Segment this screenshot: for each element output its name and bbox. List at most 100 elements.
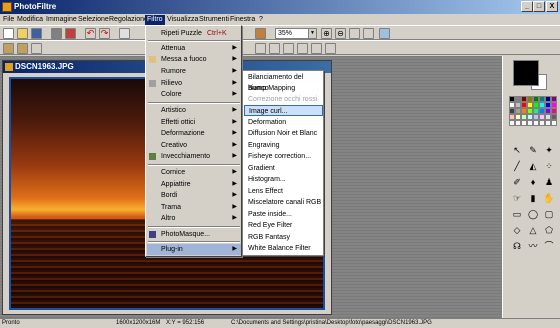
select-arrow-icon[interactable]: ↖ [509,142,525,158]
menu-item-colore[interactable]: Colore ▶ [147,89,241,100]
hand-tool-icon[interactable]: ✋ [541,190,557,206]
new-icon[interactable] [3,28,14,39]
zoom-in-icon[interactable]: ⊕ [321,28,332,39]
actual-size-icon[interactable] [363,28,374,39]
menu-item-artistico[interactable]: Artistico ▶ [147,105,241,116]
menu-file[interactable]: File [1,15,16,25]
menu-item-bordi[interactable]: Bordi ▶ [147,190,241,201]
menu-help[interactable]: ? [257,15,265,25]
polygon-icon[interactable]: ⬠ [541,222,557,238]
magic-wand-icon[interactable]: ✦ [541,142,557,158]
drop-icon[interactable] [255,43,266,54]
brush-icon[interactable]: ✐ [509,174,525,190]
plugin-item-image-curl[interactable]: Image curl... [244,105,323,116]
menu-regolazione[interactable]: Regolazione [107,15,150,25]
auto-level-icon[interactable] [3,43,14,54]
line-icon[interactable]: ╱ [509,158,525,174]
menu-modifica[interactable]: Modifica [15,15,45,25]
menu-item-attenua[interactable]: Attenua ▶ [147,43,241,54]
palette-swatch[interactable] [551,120,557,126]
eraser-icon[interactable]: ▮ [525,190,541,206]
sharpen-icon[interactable] [269,43,280,54]
save-icon[interactable] [31,28,42,39]
plugin-item-red-eye[interactable]: Red Eye Filter [244,220,323,231]
menu-item-trama[interactable]: Trama ▶ [147,202,241,213]
plugin-item-lens-effect[interactable]: Lens Effect [244,186,323,197]
chevron-down-icon[interactable]: ▼ [308,29,316,38]
maximize-button[interactable]: □ [533,1,545,12]
scan-icon[interactable] [65,28,76,39]
zoom-select[interactable]: 35% ▼ [275,28,317,39]
menu-item-rilievo[interactable]: Rilievo ▶ [147,78,241,89]
hand-icon[interactable] [255,28,266,39]
menu-selezione[interactable]: Selezione [76,15,111,25]
window-icon[interactable] [379,28,390,39]
fill-bucket-icon[interactable]: ◭ [525,158,541,174]
plugin-item-miscelatore[interactable]: Miscelatore canali RGB [244,197,323,208]
spray-icon[interactable]: ⁘ [541,158,557,174]
menu-item-ripeti-puzzle[interactable]: Ripeti Puzzle Ctrl+K [147,28,241,39]
menu-item-messa-a-fuoco[interactable]: Messa a fuoco ▶ [147,54,241,65]
plugin-item-engraving[interactable]: Engraving [244,140,323,151]
triangle-icon[interactable]: △ [525,222,541,238]
plugin-item-white-balance[interactable]: White Balance Filter [244,243,323,254]
rounded-rect-icon[interactable]: ▢ [541,206,557,222]
status-state: Pronto [2,320,20,326]
menu-item-effetti-ottici[interactable]: Effetti ottici ▶ [147,117,241,128]
plugin-item-bump-mapping[interactable]: Bump Mapping [244,83,323,94]
brightness-icon[interactable] [31,43,42,54]
flip-v-icon[interactable] [297,43,308,54]
eyedropper-icon[interactable]: ✎ [525,142,541,158]
menu-item-photomasque[interactable]: PhotoMasque... [147,229,241,240]
menu-item-invecchiamento[interactable]: Invecchiamento ▶ [147,151,241,162]
menu-item-deformazione[interactable]: Deformazione ▶ [147,128,241,139]
plugin-item-rgb-fantasy[interactable]: RGB Fantasy [244,232,323,243]
menu-item-cornice[interactable]: Cornice ▶ [147,167,241,178]
menu-immagine[interactable]: Immagine [44,15,79,25]
plugin-item-diffusion[interactable]: Diffusion Noir et Blanc [244,128,323,139]
menu-visualizza[interactable]: Visualizza [165,15,200,25]
main-toolbar: ↶ ↷ 35% ▼ ⊕ ⊖ [0,25,560,40]
rotate-right-icon[interactable] [325,43,336,54]
zoom-out-icon[interactable]: ⊖ [335,28,346,39]
plugin-item-gradient[interactable]: Gradient [244,163,323,174]
plugin-item-deformation[interactable]: Deformation [244,117,323,128]
plugin-item-histogram[interactable]: Histogram... [244,174,323,185]
bezier-icon[interactable]: ⌒ [541,238,557,254]
print-icon[interactable] [51,28,62,39]
menu-item-creativo[interactable]: Creativo ▶ [147,140,241,151]
auto-contrast-icon[interactable] [17,43,28,54]
diamond-icon[interactable]: ◇ [509,222,525,238]
menu-item-altro[interactable]: Altro ▶ [147,213,241,224]
lasso-icon[interactable]: ☊ [509,238,525,254]
menu-filtro[interactable]: Filtro [145,15,165,25]
foreground-color-swatch[interactable] [513,60,539,86]
smudge-icon[interactable]: ☞ [509,190,525,206]
redo-icon[interactable]: ↷ [99,28,110,39]
flip-h-icon[interactable] [283,43,294,54]
blur-icon[interactable]: ♦ [525,174,541,190]
stamp-icon[interactable]: ♟ [541,174,557,190]
menu-finestra[interactable]: Finestra [228,15,257,25]
close-button[interactable]: X [546,1,558,12]
submenu-arrow-icon: ▶ [232,153,237,159]
ellipse-icon[interactable]: ◯ [525,206,541,222]
open-icon[interactable] [17,28,28,39]
freehand-icon[interactable]: 〰 [525,238,541,254]
menu-strumenti[interactable]: Strumenti [197,15,231,25]
menu-item-appiattire[interactable]: Appiattire ▶ [147,179,241,190]
rotate-left-icon[interactable] [311,43,322,54]
plugin-submenu: Bilanciamento del bianco Bump Mapping Co… [242,70,324,256]
submenu-arrow-icon: ▶ [232,68,237,74]
submenu-arrow-icon: ▶ [232,80,237,86]
menu-item-plug-in[interactable]: Plug-in ▶ [147,244,241,255]
undo-icon[interactable]: ↶ [85,28,96,39]
plugin-item-paste-inside[interactable]: Paste inside... [244,209,323,220]
fit-window-icon[interactable] [349,28,360,39]
plugin-item-fisheye[interactable]: Fisheye correction... [244,151,323,162]
rectangle-icon[interactable]: ▭ [509,206,525,222]
menu-item-rumore[interactable]: Rumore ▶ [147,66,241,77]
minimize-button[interactable]: _ [521,1,533,12]
plugin-item-bilanciamento[interactable]: Bilanciamento del bianco [244,72,323,92]
cut-icon[interactable] [119,28,130,39]
